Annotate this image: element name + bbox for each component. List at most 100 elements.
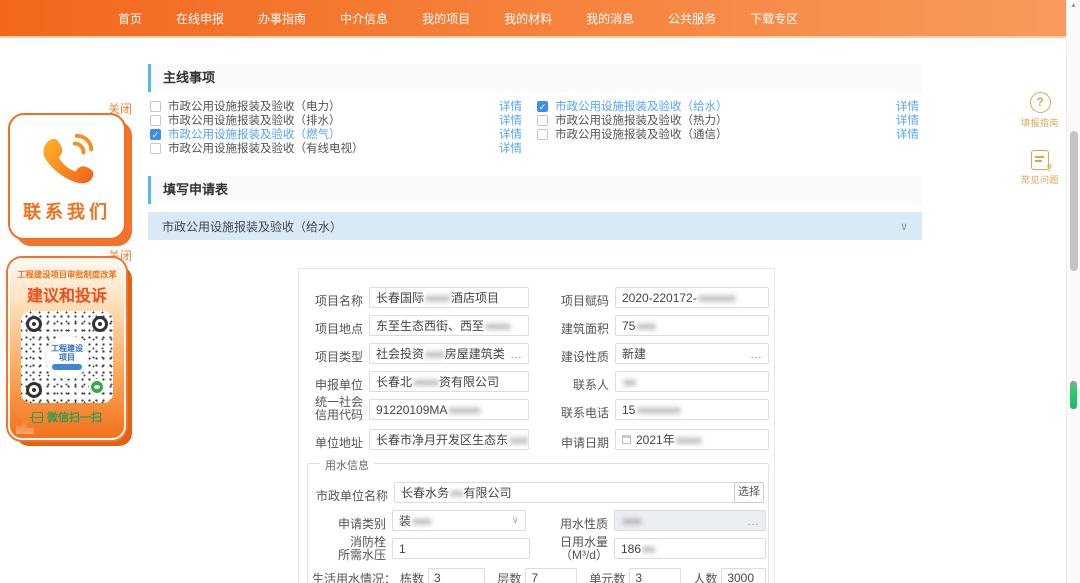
people-count-input[interactable]: 3000: [721, 568, 766, 583]
nav-item-home[interactable]: 首页: [118, 10, 142, 27]
credit-code-input[interactable]: 91220109MA●●●●●: [369, 399, 529, 420]
nav-item-download-zone[interactable]: 下载专区: [750, 10, 798, 27]
field-label: 单元数: [589, 570, 625, 583]
chevron-down-icon: ∨: [900, 220, 908, 233]
unit-count-input[interactable]: 3: [629, 568, 681, 583]
field-label: 联系电话: [551, 404, 609, 421]
checkbox-unchecked[interactable]: [537, 129, 548, 140]
choose-button[interactable]: 选择: [734, 482, 764, 503]
life-water-usage-row: 生活用水情况： 栋数 3 层数 7 单元数 3 人数 3000: [312, 568, 766, 583]
field-label: 申请日期: [551, 434, 609, 451]
nav-item-online-apply[interactable]: 在线申报: [176, 10, 224, 27]
field-label: 日用水量（M³/d）: [552, 536, 608, 562]
checkbox-checked[interactable]: ✓: [150, 129, 161, 140]
mainline-item[interactable]: ✓ 市政公用设施报装及验收（燃气） 详情: [150, 127, 522, 141]
phone-icon: [36, 130, 98, 192]
qr-center-badge: 工程建设 项目: [45, 335, 89, 379]
checkbox-checked[interactable]: ✓: [537, 101, 548, 112]
nav-item-my-messages[interactable]: 我的消息: [586, 10, 634, 27]
checkbox-unchecked[interactable]: [150, 115, 161, 126]
nav-item-agency-info[interactable]: 中介信息: [340, 10, 388, 27]
qr-ribbon: [52, 364, 82, 370]
scrollbar-highlight-marker: [1070, 381, 1077, 409]
life-usage-label: 生活用水情况：: [312, 570, 396, 583]
application-form-panel: 项目名称 长春国际●●●●酒店项目 项目赋码 2020-220172-●●●●●…: [298, 268, 775, 583]
complaint-qr-card[interactable]: 工程建设项目审批制度改革 建议和投诉 工程建设 项目 微信扫一扫: [8, 258, 126, 440]
mainline-checkbox-column-left: 市政公用设施报装及验收（电力） 详情 市政公用设施报装及验收（排水） 详情 ✓ …: [150, 99, 522, 155]
ellipsis-icon[interactable]: …: [750, 347, 762, 361]
scan-frame-icon: [32, 412, 43, 423]
contact-us-label: 联系我们: [23, 198, 111, 224]
wechat-scan-label: 微信扫一扫: [47, 409, 102, 425]
mainline-item[interactable]: 市政公用设施报装及验收（通信） 详情: [537, 127, 919, 141]
nav-item-public-services[interactable]: 公共服务: [668, 10, 716, 27]
contact-person-input[interactable]: ●●: [615, 371, 769, 392]
mainline-item[interactable]: 市政公用设施报装及验收（热力） 详情: [537, 113, 919, 127]
mainline-item[interactable]: 市政公用设施报装及验收（有线电视） 详情: [150, 141, 522, 155]
apply-category-select[interactable]: 装●●● ∨: [392, 510, 526, 531]
contact-phone-input[interactable]: 15●●●●●●●: [615, 399, 769, 420]
mainline-item[interactable]: 市政公用设施报装及验收（排水） 详情: [150, 113, 522, 127]
scrollbar-up-icon[interactable]: ▲: [1070, 2, 1077, 9]
build-nature-input[interactable]: 新建 …: [615, 343, 769, 364]
fill-guide-button[interactable]: ? 填报指南: [1012, 92, 1068, 129]
water-info-legend: 用水信息: [320, 457, 374, 473]
daily-water-usage-input[interactable]: 186●●: [614, 538, 766, 559]
nav-item-guide[interactable]: 办事指南: [258, 10, 306, 27]
field-label: 申报单位: [307, 376, 363, 393]
building-area-input[interactable]: 75●●●: [615, 315, 769, 336]
project-name-input[interactable]: 长春国际●●●●酒店项目: [369, 287, 529, 308]
field-label: 申请类别: [330, 515, 386, 532]
municipal-unit-name-input[interactable]: 长春水务●●有限公司: [394, 482, 740, 503]
field-label: 市政单位名称: [308, 487, 388, 504]
accordion-title: 市政公用设施报装及验收（给水）: [162, 218, 342, 235]
qr-finder-icon: [92, 316, 108, 332]
field-label: 统一社会信用代码: [307, 396, 363, 422]
ellipsis-icon[interactable]: …: [747, 514, 759, 528]
project-address-input[interactable]: 东至生态西街、西至●●●●: [369, 315, 529, 336]
checkbox-unchecked[interactable]: [150, 101, 161, 112]
question-circle-icon: ?: [1030, 92, 1051, 113]
ellipsis-icon[interactable]: …: [510, 347, 522, 361]
floor-count-input[interactable]: 7: [525, 568, 577, 583]
contact-us-card[interactable]: 联系我们: [8, 113, 126, 240]
field-label: 项目名称: [307, 292, 363, 309]
project-code-input[interactable]: 2020-220172-●●●●●●: [615, 287, 769, 308]
checkbox-unchecked[interactable]: [150, 143, 161, 154]
fill-guide-label: 填报指南: [1012, 116, 1068, 129]
qr-finder-icon: [26, 316, 42, 332]
mainline-item-label: 市政公用设施报装及验收（有线电视）: [168, 140, 364, 156]
scrollbar-track[interactable]: ▲: [1066, 0, 1080, 583]
section-header-application-form: 填写申请表: [148, 176, 922, 204]
detail-link[interactable]: 详情: [896, 126, 919, 142]
chevron-down-icon: ∨: [512, 515, 519, 526]
top-nav: 首页 在线申报 办事指南 中介信息 我的项目 我的材料 我的消息 公共服务 下载…: [0, 0, 1066, 38]
complaint-subtitle: 建议和投诉: [27, 282, 107, 306]
mainline-item[interactable]: ✓ 市政公用设施报装及验收（给水） 详情: [537, 99, 919, 113]
nav-item-my-materials[interactable]: 我的材料: [504, 10, 552, 27]
document-question-icon: ?: [1031, 150, 1049, 170]
unit-address-input[interactable]: 长春市净月开发区生态东●●●: [369, 429, 529, 450]
checkbox-unchecked[interactable]: [537, 115, 548, 126]
field-label: 消防栓所需水压: [330, 536, 386, 562]
faq-button[interactable]: ? 常见问题: [1012, 150, 1068, 186]
field-label: 项目地点: [307, 320, 363, 337]
project-type-input[interactable]: 社会投资●●●房屋建筑类 …: [369, 343, 529, 364]
building-count-input[interactable]: 3: [428, 568, 485, 583]
field-label: 联系人: [551, 376, 609, 393]
apply-unit-input[interactable]: 长春北●●●●资有限公司: [369, 371, 529, 392]
calendar-icon: [622, 435, 631, 444]
scrollbar-thumb[interactable]: [1070, 131, 1078, 271]
hydrant-pressure-input[interactable]: 1: [392, 538, 530, 559]
accordion-water-supply[interactable]: 市政公用设施报装及验收（给水） ∨: [148, 212, 922, 240]
detail-link[interactable]: 详情: [499, 140, 522, 156]
mainline-item[interactable]: 市政公用设施报装及验收（电力） 详情: [150, 99, 522, 113]
apply-date-input[interactable]: 2021年●●●●: [615, 429, 769, 450]
qr-center-text: 项目: [59, 353, 75, 362]
water-info-fieldset: 用水信息 市政单位名称 长春水务●●有限公司 选择 申请类别 装●●● ∨ 用水…: [307, 463, 769, 583]
field-label: 层数: [497, 570, 521, 583]
field-label: 项目赋码: [551, 292, 609, 309]
section-header-mainline: 主线事项: [148, 64, 922, 92]
water-nature-input[interactable]: ●●● …: [614, 510, 766, 531]
nav-item-my-projects[interactable]: 我的项目: [422, 10, 470, 27]
